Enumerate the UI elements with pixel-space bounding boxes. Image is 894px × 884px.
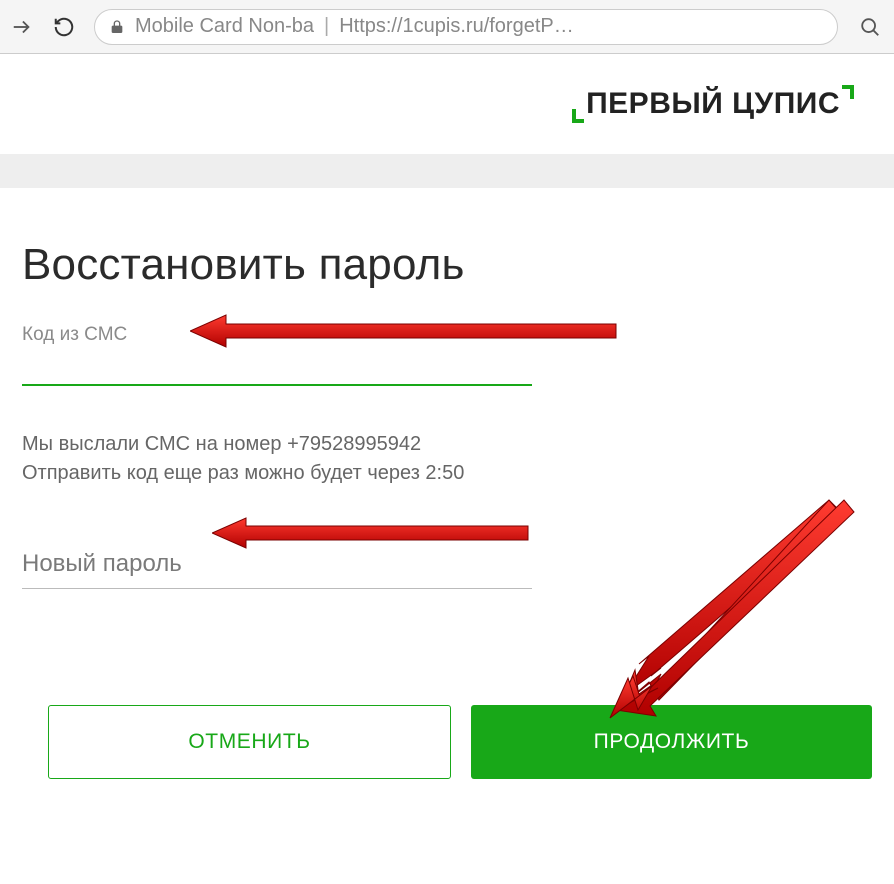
new-password-field bbox=[22, 544, 532, 589]
reload-icon[interactable] bbox=[52, 15, 76, 39]
annotation-arrow-3b bbox=[608, 488, 858, 723]
sms-resend-text: Отправить код еще раз можно будет через … bbox=[22, 459, 872, 488]
sms-helper: Мы выслали СМС на номер +79528995942 Отп… bbox=[22, 430, 872, 488]
sms-label: Код из СМС bbox=[22, 324, 872, 346]
content: Восстановить пароль Код из СМС Мы выслал… bbox=[0, 188, 894, 803]
annotation-arrow-3 bbox=[615, 494, 845, 714]
new-password-input[interactable] bbox=[22, 544, 532, 589]
cancel-button[interactable]: ОТМЕНИТЬ bbox=[48, 705, 451, 779]
address-separator: | bbox=[324, 15, 329, 38]
sms-sent-text: Мы выслали СМС на номер +79528995942 bbox=[22, 430, 872, 459]
search-icon[interactable] bbox=[856, 13, 884, 41]
site-header: ПЕРВЫЙ ЦУПИС bbox=[0, 54, 894, 154]
forward-icon[interactable] bbox=[10, 15, 34, 39]
page-title-addr: Mobile Card Non-ba bbox=[135, 15, 314, 38]
site-logo[interactable]: ПЕРВЫЙ ЦУПИС bbox=[586, 87, 840, 121]
page-title: Восстановить пароль bbox=[22, 240, 872, 290]
cancel-label: ОТМЕНИТЬ bbox=[188, 730, 310, 754]
button-row: ОТМЕНИТЬ ПРОДОЛЖИТЬ bbox=[22, 705, 872, 779]
continue-button[interactable]: ПРОДОЛЖИТЬ bbox=[471, 705, 872, 779]
address-bar[interactable]: Mobile Card Non-ba | Https://1cupis.ru/f… bbox=[94, 9, 838, 45]
header-divider bbox=[0, 154, 894, 188]
page: ПЕРВЫЙ ЦУПИС Восстановить пароль Код из … bbox=[0, 54, 894, 803]
continue-label: ПРОДОЛЖИТЬ bbox=[594, 730, 750, 754]
page-url: Https://1cupis.ru/forgetP… bbox=[339, 15, 574, 38]
lock-icon bbox=[109, 19, 125, 35]
sms-code-input[interactable] bbox=[22, 350, 532, 386]
browser-toolbar: Mobile Card Non-ba | Https://1cupis.ru/f… bbox=[0, 0, 894, 54]
logo-bracket-bl bbox=[572, 109, 584, 123]
logo-text: ПЕРВЫЙ ЦУПИС bbox=[586, 87, 840, 120]
logo-bracket-tr bbox=[842, 85, 854, 99]
sms-field: Код из СМС bbox=[22, 324, 872, 386]
